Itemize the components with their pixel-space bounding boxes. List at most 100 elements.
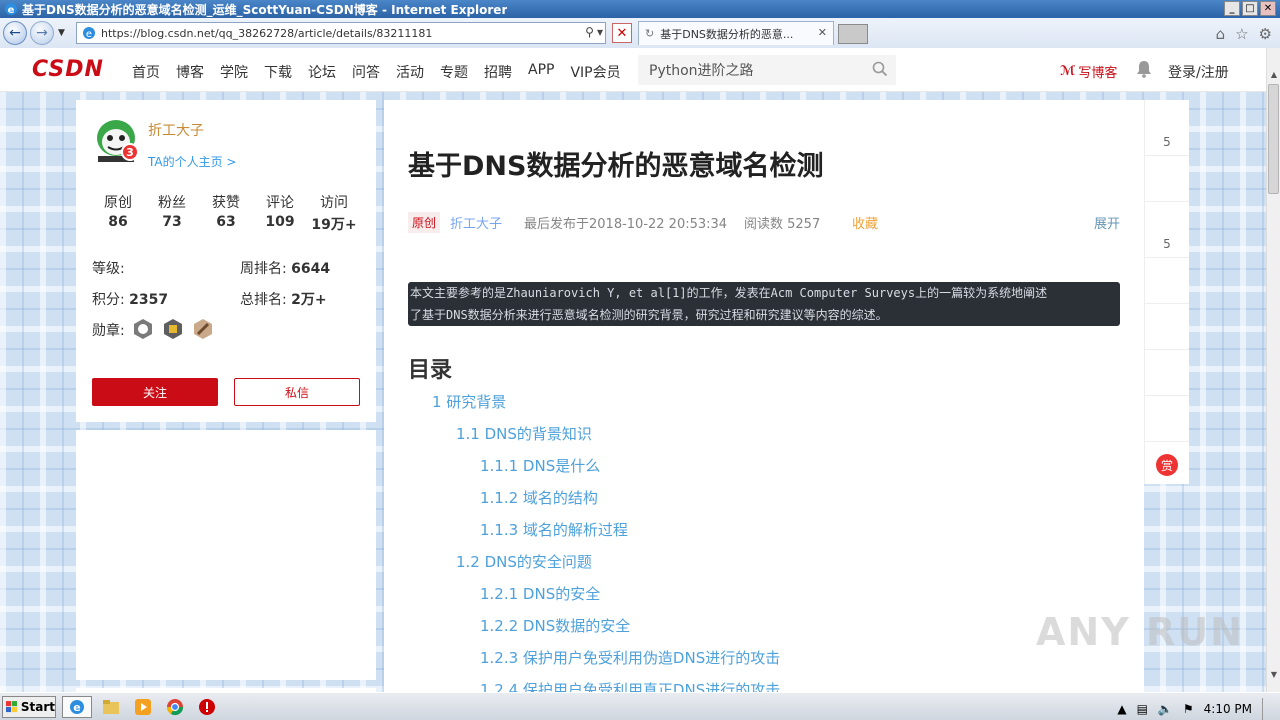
- stat-comments[interactable]: 评论 109: [254, 192, 306, 234]
- show-desktop-button[interactable]: [1262, 698, 1272, 720]
- action-center-flag-icon[interactable]: ⚑: [1183, 702, 1194, 716]
- write-blog-button[interactable]: ℳ 写博客: [1060, 62, 1117, 81]
- new-tab-button[interactable]: [838, 24, 868, 44]
- stat-fans[interactable]: 粉丝 73: [146, 192, 198, 234]
- toc-item[interactable]: 1.1.1 DNS是什么: [408, 456, 1108, 488]
- nav-app[interactable]: APP: [528, 62, 554, 82]
- nav-home[interactable]: 首页: [132, 62, 160, 82]
- side-tool-cell[interactable]: [1145, 396, 1189, 442]
- scroll-thumb[interactable]: [1268, 84, 1279, 194]
- svg-text:e: e: [86, 29, 92, 40]
- tray-expand-icon[interactable]: ▲: [1117, 702, 1126, 716]
- nav-events[interactable]: 活动: [396, 62, 424, 82]
- article-meta: 原创 折工大子 最后发布于2018-10-22 20:53:34 阅读数 525…: [408, 212, 1120, 233]
- nav-download[interactable]: 下载: [264, 62, 292, 82]
- toc-item[interactable]: 1.1 DNS的背景知识: [408, 424, 1108, 456]
- article-author-link[interactable]: 折工大子: [450, 213, 502, 232]
- private-message-button[interactable]: 私信: [234, 378, 360, 406]
- favorites-star-icon[interactable]: ☆: [1235, 25, 1248, 43]
- stat-likes[interactable]: 获赞 63: [200, 192, 252, 234]
- nav-forum[interactable]: 论坛: [308, 62, 336, 82]
- pen-icon: ℳ: [1060, 64, 1076, 79]
- toc-item[interactable]: 1 研究背景: [408, 392, 1108, 424]
- clock[interactable]: 4:10 PM: [1204, 702, 1252, 716]
- github-medal-icon[interactable]: [132, 318, 154, 340]
- nav-topics[interactable]: 专题: [440, 62, 468, 82]
- read-count: 阅读数 5257: [744, 217, 821, 232]
- stop-button[interactable]: ✕: [612, 23, 632, 43]
- notification-bell-icon[interactable]: [1136, 60, 1152, 78]
- expand-link[interactable]: 展开: [1094, 213, 1120, 232]
- settings-gear-icon[interactable]: ⚙: [1259, 25, 1272, 43]
- address-dropdown-icon[interactable]: ▾: [597, 25, 603, 39]
- nav-academy[interactable]: 学院: [220, 62, 248, 82]
- author-name[interactable]: 折工大子: [148, 120, 204, 140]
- toc-item[interactable]: 1.2 DNS的安全问题: [408, 552, 1108, 584]
- login-register-link[interactable]: 登录/注册: [1168, 62, 1229, 82]
- close-window-button[interactable]: ✕: [1260, 1, 1276, 16]
- scroll-up-arrow-icon[interactable]: ▲: [1267, 66, 1280, 82]
- write-blog-label: 写博客: [1078, 66, 1118, 81]
- minimize-button[interactable]: _: [1224, 1, 1240, 16]
- abstract-line: 了基于DNS数据分析来进行恶意域名检测的研究背景，研究过程和研究建议等内容的综述…: [410, 308, 888, 322]
- like-count-cell[interactable]: 5: [1145, 100, 1189, 156]
- side-tool-cell[interactable]: [1145, 350, 1189, 396]
- back-button[interactable]: ←: [3, 21, 27, 45]
- url-text: https://blog.csdn.net/qq_38262728/articl…: [101, 26, 433, 40]
- stat-visits[interactable]: 访问 19万+: [308, 192, 360, 234]
- taskbar-media-player-icon[interactable]: [130, 696, 156, 718]
- csdn-logo[interactable]: CSDN: [32, 57, 104, 82]
- network-icon[interactable]: ▤: [1137, 702, 1148, 716]
- author-home-link[interactable]: TA的个人主页 >: [148, 153, 236, 170]
- history-dropdown[interactable]: ▼: [58, 28, 65, 38]
- abstract-line: 本文主要参考的是Zhauniarovich Y, et al[1]的工作，发表在…: [410, 286, 1048, 300]
- page-scrollbar[interactable]: ▲ ▼: [1266, 48, 1280, 692]
- home-icon[interactable]: ⌂: [1216, 25, 1226, 43]
- comment-count-cell[interactable]: 5: [1145, 202, 1189, 258]
- toc-item[interactable]: 1.1.3 域名的解析过程: [408, 520, 1108, 552]
- browser-toolbar: ← → ▼ e https://blog.csdn.net/qq_3826272…: [0, 18, 1280, 48]
- article-title: 基于DNS数据分析的恶意域名检测: [408, 151, 824, 182]
- forward-button[interactable]: →: [30, 21, 54, 45]
- side-tool-cell[interactable]: [1145, 304, 1189, 350]
- toc-item[interactable]: 1.2.1 DNS的安全: [408, 584, 1108, 616]
- ie-logo-icon: e: [5, 3, 17, 16]
- tab-close-button[interactable]: ✕: [818, 26, 827, 39]
- taskbar-explorer-icon[interactable]: [98, 696, 124, 718]
- volume-icon[interactable]: 🔈: [1158, 702, 1173, 716]
- nav-qa[interactable]: 问答: [352, 62, 380, 82]
- site-search-input[interactable]: Python进阶之路: [638, 55, 896, 85]
- writer-medal-icon[interactable]: [192, 318, 214, 340]
- toc-item[interactable]: 1.1.2 域名的结构: [408, 488, 1108, 520]
- page-background: 3 折工大子 TA的个人主页 > 原创 86 粉丝 73 获赞 63 评论 10…: [0, 92, 1266, 692]
- taskbar-chrome-icon[interactable]: [162, 696, 188, 718]
- scroll-down-arrow-icon[interactable]: ▼: [1267, 666, 1280, 682]
- nav-vip[interactable]: VIP会员: [570, 62, 620, 82]
- favorite-link[interactable]: 收藏: [852, 213, 878, 232]
- side-tool-cell[interactable]: [1145, 156, 1189, 202]
- follow-button[interactable]: 关注: [92, 378, 218, 406]
- search-icon[interactable]: [872, 61, 888, 77]
- stat-original[interactable]: 原创 86: [92, 192, 144, 234]
- level-label: 等级:: [92, 261, 125, 277]
- browser-tab[interactable]: ↻ 基于DNS数据分析的恶意... ✕: [638, 21, 834, 45]
- sidebar-ad-panel: [76, 430, 376, 680]
- taskbar-ie-icon[interactable]: e: [62, 695, 92, 718]
- nav-jobs[interactable]: 招聘: [484, 62, 512, 82]
- reward-cell[interactable]: 赏: [1145, 442, 1189, 488]
- address-bar[interactable]: e https://blog.csdn.net/qq_38262728/arti…: [76, 22, 606, 44]
- search-icon[interactable]: ⚲: [585, 25, 594, 39]
- taskbar-shield-app-icon[interactable]: [194, 696, 220, 718]
- toc-item[interactable]: 1.2.2 DNS数据的安全: [408, 616, 1108, 648]
- start-button[interactable]: Start: [2, 695, 56, 718]
- toc-heading: 目录: [408, 358, 453, 383]
- maximize-button[interactable]: □: [1242, 1, 1258, 16]
- nav-blog[interactable]: 博客: [176, 62, 204, 82]
- blog-star-medal-icon[interactable]: [162, 318, 184, 340]
- toc-item[interactable]: 1.2.4 保护用户免受利用真正DNS进行的攻击: [408, 680, 1108, 692]
- side-tool-cell[interactable]: [1145, 258, 1189, 304]
- stat-label: 获赞: [212, 195, 240, 211]
- toc-item[interactable]: 1.2.3 保护用户免受利用伪造DNS进行的攻击: [408, 648, 1108, 680]
- points-row: 积分: 2357: [92, 289, 168, 309]
- site-header: CSDN 首页 博客 学院 下载 论坛 问答 活动 专题 招聘 APP VIP会…: [0, 48, 1266, 92]
